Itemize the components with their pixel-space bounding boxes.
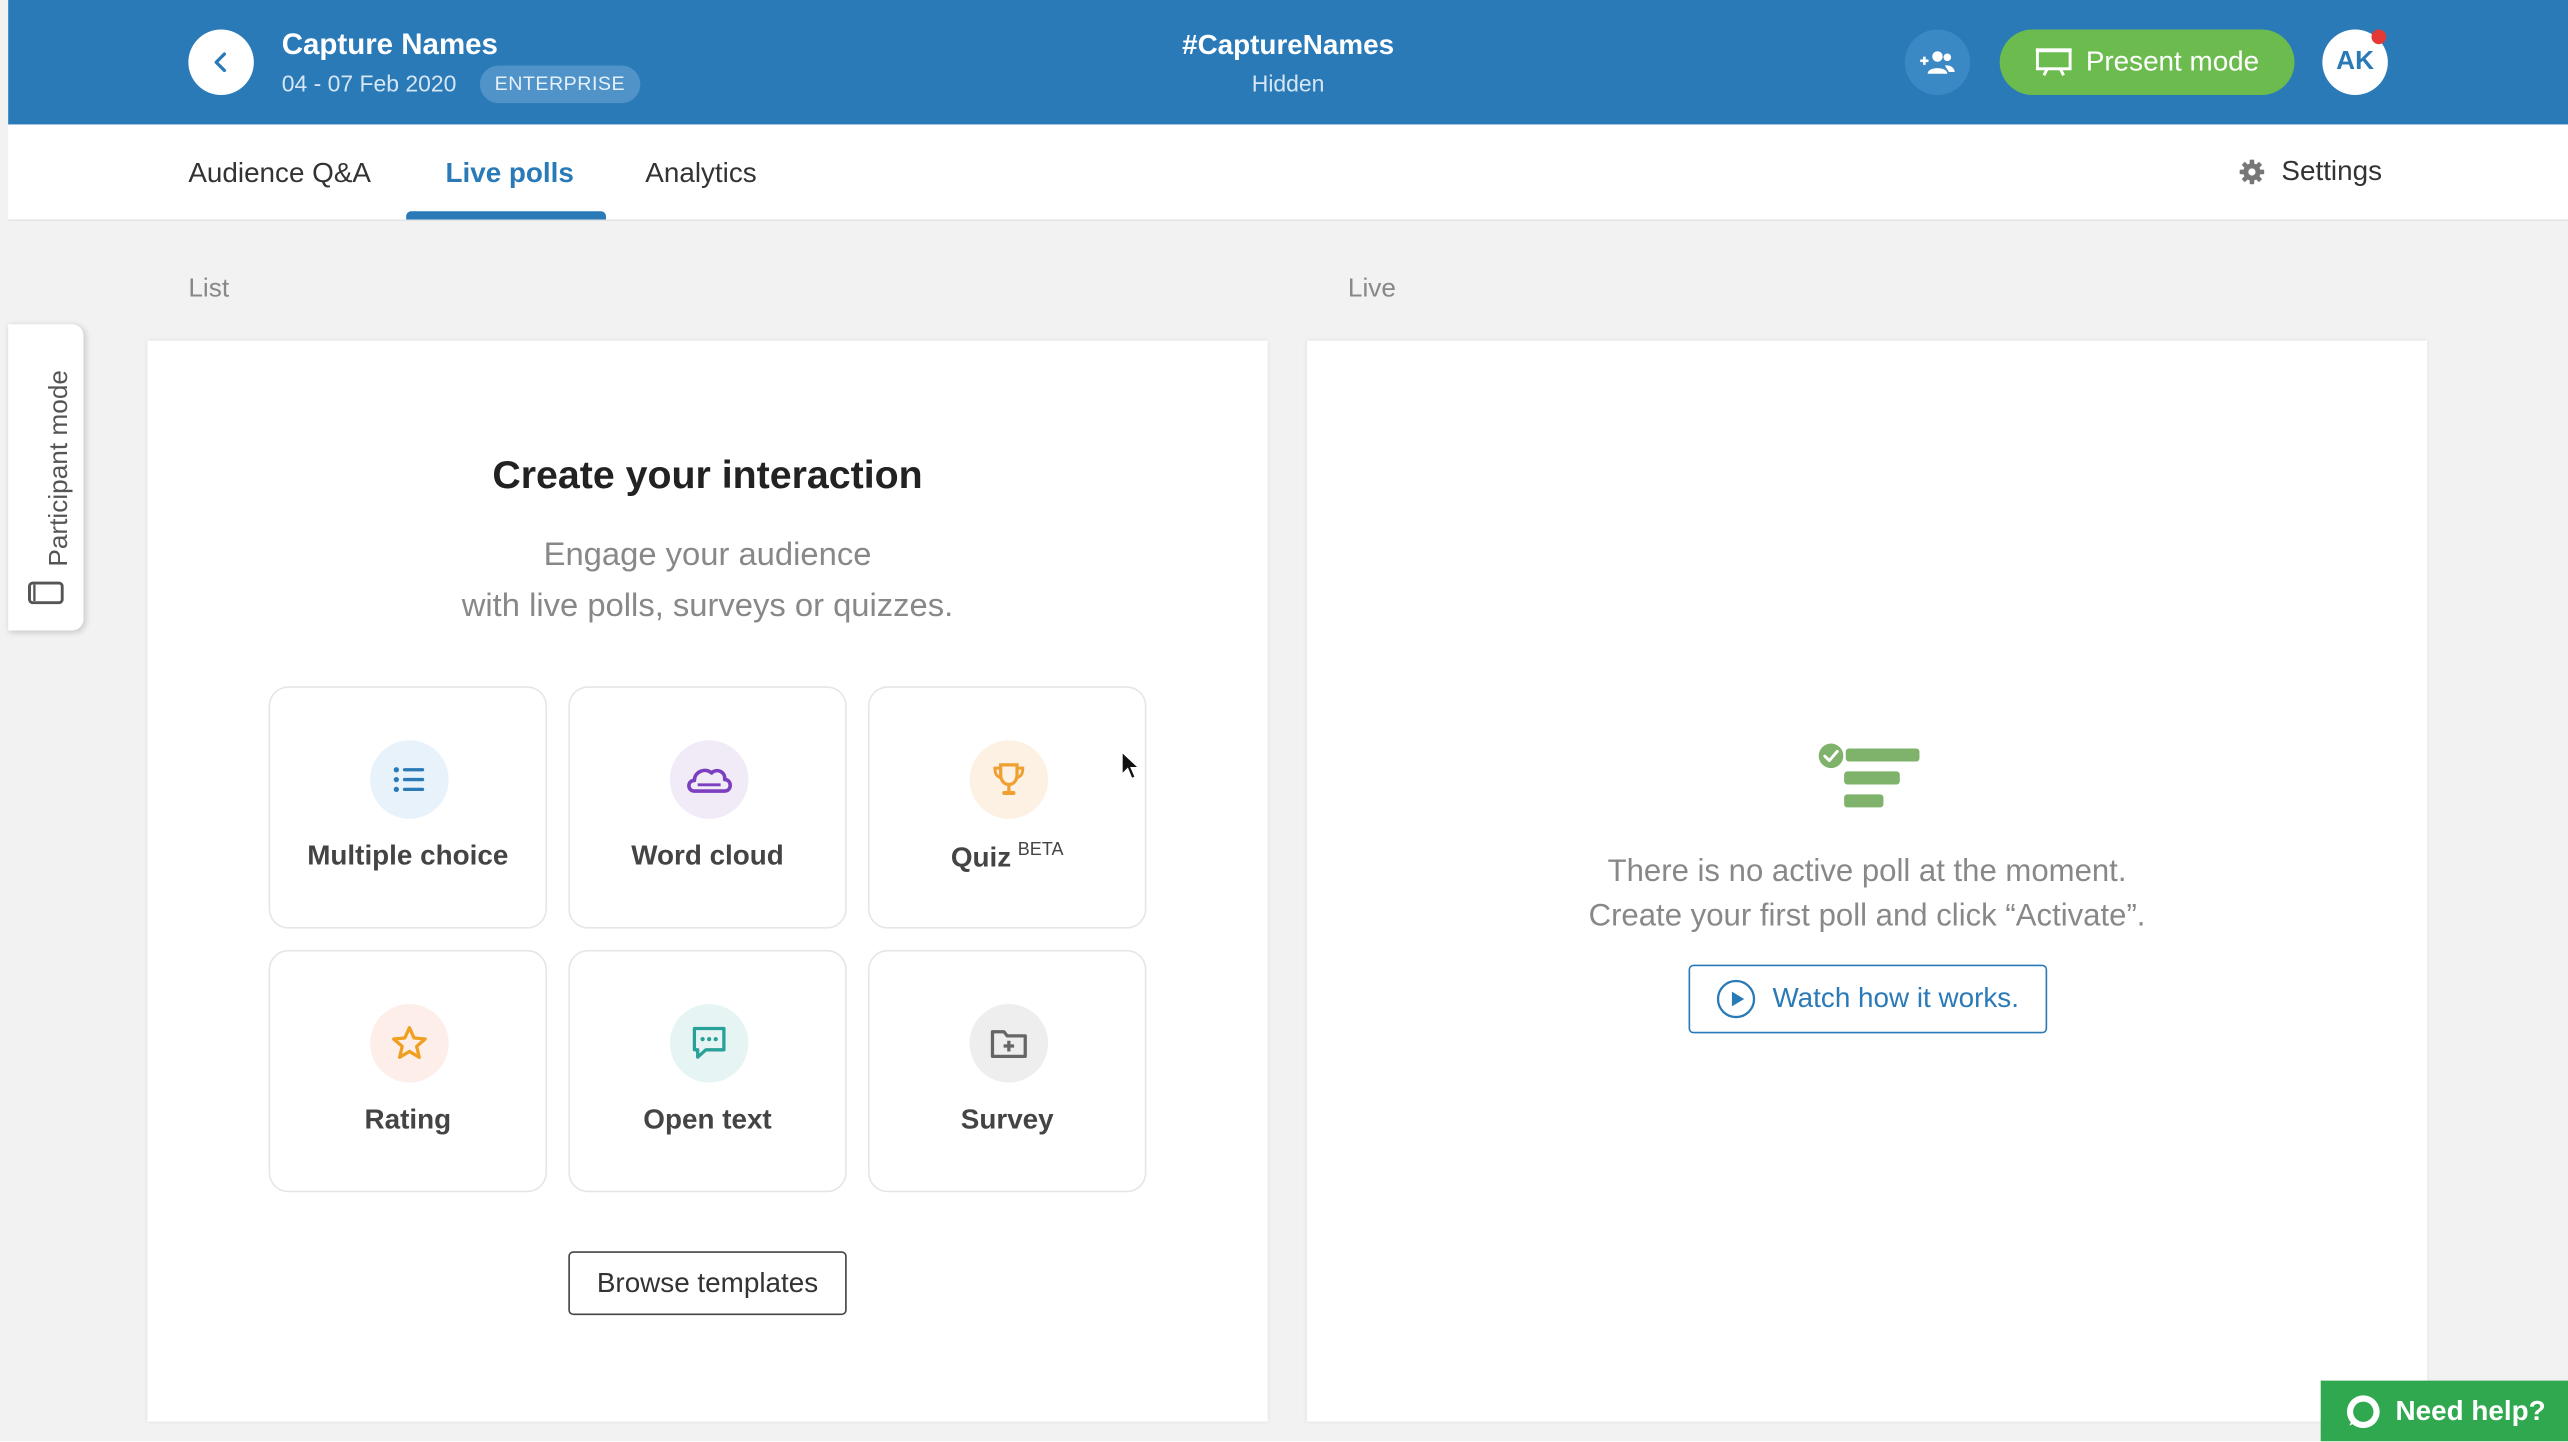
survey-card[interactable]: Survey xyxy=(868,949,1147,1193)
invite-users-button[interactable] xyxy=(1904,29,1971,95)
quiz-card[interactable]: Quiz BETA xyxy=(868,686,1147,929)
beta-badge: BETA xyxy=(1017,840,1064,860)
rating-label-row: Rating xyxy=(270,1104,545,1137)
quiz-label-row: Quiz BETA xyxy=(870,840,1145,874)
gear-icon xyxy=(2239,159,2265,185)
event-hashtag-text[interactable]: #CaptureNames xyxy=(1182,29,1394,60)
open-text-label-row: Open text xyxy=(570,1104,845,1137)
notification-dot xyxy=(2371,29,2387,45)
event-dates: 04 - 07 Feb 2020 xyxy=(281,70,457,97)
multiple-choice-label-row: Multiple choice xyxy=(270,840,545,873)
trophy-icon xyxy=(969,740,1049,819)
event-title: Capture Names xyxy=(281,27,498,61)
presentation-icon xyxy=(2035,48,2072,76)
tab-live-polls[interactable]: Live polls xyxy=(445,157,573,190)
create-title: Create your interaction xyxy=(147,454,1267,500)
app-frame: Capture Names 04 - 07 Feb 2020 ENTERPRIS… xyxy=(0,0,2568,1442)
mouse-cursor-icon xyxy=(1121,750,1142,780)
tablet-icon xyxy=(28,581,64,605)
multiple-choice-card[interactable]: Multiple choice xyxy=(268,686,548,929)
tab-bar: Audience Q&A Live polls Analytics Settin… xyxy=(8,124,2568,222)
need-help-label: Need help? xyxy=(2395,1394,2546,1426)
watch-label: Watch how it works. xyxy=(1772,982,2019,1014)
settings-label: Settings xyxy=(2281,155,2383,187)
watch-how-it-works-button[interactable]: Watch how it works. xyxy=(1688,964,2048,1034)
quiz-label: Quiz xyxy=(950,841,1012,873)
tab-audience-qa[interactable]: Audience Q&A xyxy=(188,157,371,190)
live-section-label: Live xyxy=(1347,275,1396,303)
top-bar: Capture Names 04 - 07 Feb 2020 ENTERPRIS… xyxy=(8,0,2568,125)
present-mode-button[interactable]: Present mode xyxy=(1999,29,2295,95)
need-help-button[interactable]: Need help? xyxy=(2320,1380,2568,1442)
star-icon xyxy=(370,1003,449,1083)
word-cloud-card[interactable]: Word cloud xyxy=(568,686,847,929)
create-interaction-panel: Create your interaction Engage your audi… xyxy=(147,340,1268,1422)
poll-results-icon xyxy=(1817,741,1920,808)
cloud-icon xyxy=(669,740,749,819)
settings-button[interactable]: Settings xyxy=(2239,156,2382,189)
participant-mode-label[interactable]: Participant mode xyxy=(46,370,75,567)
back-button[interactable] xyxy=(188,29,254,95)
rating-label: Rating xyxy=(364,1103,452,1135)
multiple-choice-label: Multiple choice xyxy=(307,840,509,872)
open-text-label: Open text xyxy=(643,1103,772,1135)
empty-line1: There is no active poll at the moment. xyxy=(1607,854,2127,890)
list-icon xyxy=(370,740,449,819)
avatar-initials: AK xyxy=(2336,47,2375,76)
active-tab-indicator xyxy=(406,211,606,220)
browse-templates-button[interactable]: Browse templates xyxy=(568,1251,847,1316)
folder-plus-icon xyxy=(969,1003,1049,1083)
list-section-label: List xyxy=(188,275,230,303)
live-panel: There is no active poll at the moment. C… xyxy=(1306,340,2428,1422)
plan-badge: ENTERPRISE xyxy=(479,65,640,104)
present-mode-label: Present mode xyxy=(2085,45,2260,77)
word-cloud-label-row: Word cloud xyxy=(570,840,845,873)
chat-icon xyxy=(669,1003,749,1083)
user-avatar[interactable]: AK xyxy=(2322,29,2388,95)
empty-line2: Create your first poll and click “Activa… xyxy=(1588,899,2146,934)
create-subtitle-line1: Engage your audience xyxy=(543,537,872,574)
rating-card[interactable]: Rating xyxy=(268,949,548,1193)
tab-analytics[interactable]: Analytics xyxy=(645,157,756,190)
create-subtitle: Engage your audience with live polls, su… xyxy=(147,531,1267,633)
survey-label-row: Survey xyxy=(870,1104,1145,1137)
open-text-card[interactable]: Open text xyxy=(568,949,847,1193)
add-users-icon xyxy=(1920,51,1955,74)
chat-bubble-icon xyxy=(2346,1394,2380,1428)
no-active-poll-message: There is no active poll at the moment. C… xyxy=(1307,850,2427,938)
survey-label: Survey xyxy=(960,1103,1054,1135)
create-subtitle-line2: with live polls, surveys or quizzes. xyxy=(461,587,954,624)
create-title-text: Create your interaction xyxy=(492,453,923,498)
event-visibility-text[interactable]: Hidden xyxy=(1252,70,1325,96)
word-cloud-label: Word cloud xyxy=(631,840,784,872)
play-icon xyxy=(1717,979,1756,1019)
chevron-left-icon xyxy=(214,52,227,73)
